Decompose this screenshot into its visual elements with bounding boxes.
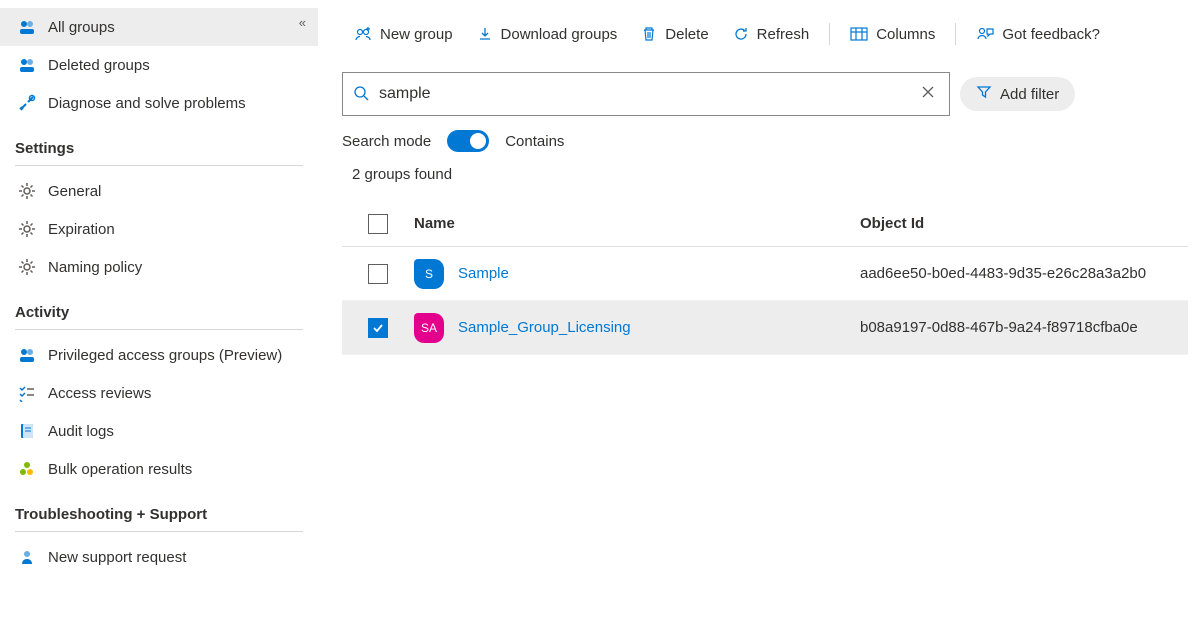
table-row[interactable]: SA Sample_Group_Licensing b08a9197-0d88-… (342, 301, 1188, 355)
support-icon (18, 548, 36, 566)
toolbar-label: Refresh (757, 26, 810, 43)
sidebar-item-label: Audit logs (48, 423, 114, 440)
sidebar-item-label: Deleted groups (48, 57, 150, 74)
column-header-name[interactable]: Name (414, 215, 860, 232)
toolbar-separator (955, 23, 956, 45)
row-checkbox[interactable] (368, 264, 388, 284)
search-box[interactable] (342, 72, 950, 116)
delete-button[interactable]: Delete (629, 18, 720, 50)
sidebar: « All groups Deleted groups Diagnose and… (0, 0, 318, 638)
section-header-activity: Activity (0, 286, 318, 327)
sidebar-item-label: Bulk operation results (48, 461, 192, 478)
group-name-link[interactable]: Sample (458, 265, 509, 282)
sidebar-item-label: General (48, 183, 101, 200)
sidebar-item-bulk-results[interactable]: Bulk operation results (0, 450, 318, 488)
gear-icon (18, 220, 36, 238)
section-header-troubleshoot: Troubleshooting + Support (0, 488, 318, 529)
sidebar-item-label: Privileged access groups (Preview) (48, 347, 282, 364)
columns-icon (850, 26, 868, 42)
sidebar-item-privileged-access[interactable]: Privileged access groups (Preview) (0, 336, 318, 374)
collapse-sidebar-icon[interactable]: « (299, 15, 306, 30)
sidebar-item-all-groups[interactable]: All groups (0, 8, 318, 46)
sidebar-item-diagnose[interactable]: Diagnose and solve problems (0, 84, 318, 122)
filter-label: Add filter (1000, 86, 1059, 103)
groups-icon (18, 18, 36, 36)
search-row: Add filter (342, 72, 1188, 116)
feedback-button[interactable]: Got feedback? (964, 18, 1112, 50)
sidebar-item-naming-policy[interactable]: Naming policy (0, 248, 318, 286)
search-input[interactable] (379, 85, 907, 103)
checklist-icon (18, 384, 36, 402)
divider (15, 165, 303, 166)
search-mode-value: Contains (505, 133, 564, 150)
sidebar-item-support-request[interactable]: New support request (0, 538, 318, 576)
search-mode-row: Search mode Contains (342, 130, 1188, 152)
refresh-icon (733, 26, 749, 42)
book-icon (18, 422, 36, 440)
group-avatar: S (414, 259, 444, 289)
clear-search-icon[interactable] (917, 81, 939, 108)
gear-icon (18, 258, 36, 276)
table-row[interactable]: S Sample aad6ee50-b0ed-4483-9d35-e26c28a… (342, 247, 1188, 301)
tools-icon (18, 94, 36, 112)
table-header: Name Object Id (342, 201, 1188, 247)
object-id-cell: b08a9197-0d88-467b-9a24-f89718cfba0e (860, 319, 1188, 336)
search-icon (353, 85, 369, 104)
divider (15, 531, 303, 532)
filter-icon (976, 84, 992, 104)
sidebar-item-label: Expiration (48, 221, 115, 238)
object-id-cell: aad6ee50-b0ed-4483-9d35-e26c28a3a2b0 (860, 265, 1188, 282)
download-icon (477, 26, 493, 42)
toolbar-label: Columns (876, 26, 935, 43)
row-checkbox[interactable] (368, 318, 388, 338)
sidebar-item-label: Naming policy (48, 259, 142, 276)
toolbar: New group Download groups Delete Refresh (342, 14, 1188, 54)
column-header-object-id[interactable]: Object Id (860, 215, 1188, 232)
download-groups-button[interactable]: Download groups (465, 18, 630, 50)
feedback-icon (976, 26, 994, 42)
toolbar-label: Download groups (501, 26, 618, 43)
sidebar-item-label: All groups (48, 19, 115, 36)
sidebar-item-deleted-groups[interactable]: Deleted groups (0, 46, 318, 84)
new-group-button[interactable]: New group (342, 18, 465, 50)
divider (15, 329, 303, 330)
section-header-settings: Settings (0, 122, 318, 163)
group-avatar: SA (414, 313, 444, 343)
result-count: 2 groups found (352, 166, 1188, 183)
toolbar-separator (829, 23, 830, 45)
main-content: New group Download groups Delete Refresh (318, 0, 1200, 638)
group-name-link[interactable]: Sample_Group_Licensing (458, 319, 631, 336)
groups-icon (18, 56, 36, 74)
groups-table: Name Object Id S Sample aad6ee50-b0ed-44… (342, 201, 1188, 355)
gear-icon (18, 182, 36, 200)
search-mode-toggle[interactable] (447, 130, 489, 152)
toolbar-label: New group (380, 26, 453, 43)
molecules-icon (18, 460, 36, 478)
add-filter-button[interactable]: Add filter (960, 77, 1075, 111)
toolbar-label: Delete (665, 26, 708, 43)
groups-icon (18, 346, 36, 364)
sidebar-item-label: Diagnose and solve problems (48, 95, 246, 112)
toolbar-label: Got feedback? (1002, 26, 1100, 43)
select-all-checkbox[interactable] (368, 214, 388, 234)
columns-button[interactable]: Columns (838, 18, 947, 50)
sidebar-item-general[interactable]: General (0, 172, 318, 210)
sidebar-item-access-reviews[interactable]: Access reviews (0, 374, 318, 412)
sidebar-item-label: Access reviews (48, 385, 151, 402)
sidebar-item-audit-logs[interactable]: Audit logs (0, 412, 318, 450)
search-mode-label: Search mode (342, 133, 431, 150)
sidebar-item-label: New support request (48, 549, 186, 566)
sidebar-item-expiration[interactable]: Expiration (0, 210, 318, 248)
delete-icon (641, 26, 657, 42)
new-group-icon (354, 25, 372, 43)
refresh-button[interactable]: Refresh (721, 18, 822, 50)
